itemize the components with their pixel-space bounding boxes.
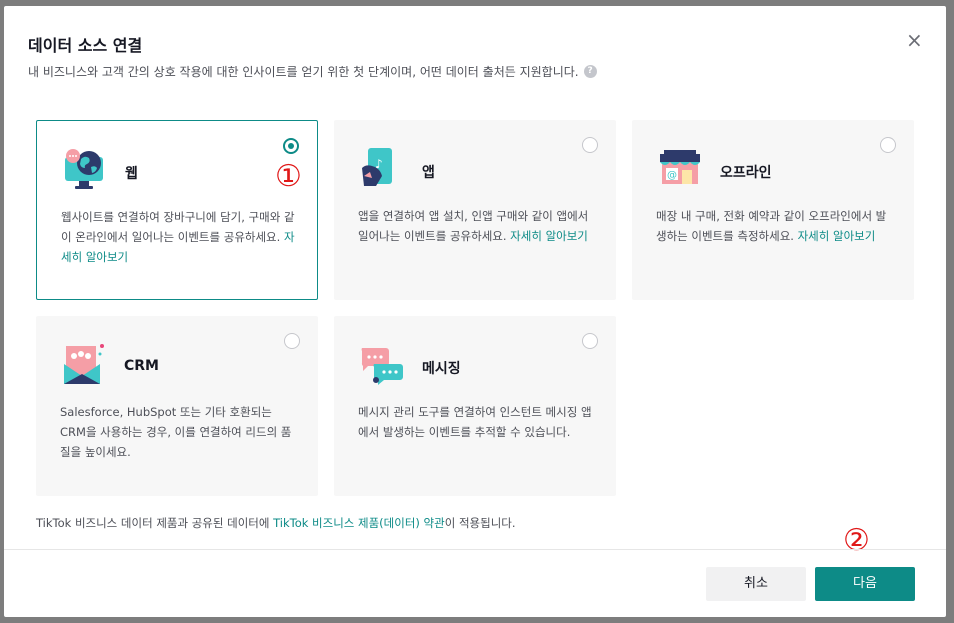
connect-data-source-dialog: 데이터 소스 연결 내 비즈니스와 고객 간의 상호 작용에 대한 인사이트를 … (4, 6, 946, 617)
card-desc-app: 앱을 연결하여 앱 설치, 인앱 구매와 같이 앱에서 일어나는 이벤트를 공유… (358, 206, 596, 246)
globe-monitor-icon (63, 147, 109, 191)
dialog-title: 데이터 소스 연결 (28, 36, 143, 55)
source-card-app[interactable]: ♪ 앱 앱을 연결하여 앱 설치, 인앱 구매와 같이 앱에서 일어나는 이벤트… (334, 120, 616, 300)
card-desc-offline: 매장 내 구매, 전화 예약과 같이 오프라인에서 발생하는 이벤트를 측정하세… (656, 206, 894, 246)
question-icon[interactable]: ? (583, 65, 597, 78)
card-title-crm: CRM (124, 358, 159, 374)
source-card-messaging[interactable]: 메시징 메시지 관리 도구를 연결하여 인스턴트 메시징 앱에서 발생하는 이벤… (334, 316, 616, 496)
card-desc-web-text: 웹사이트를 연결하여 장바구니에 담기, 구매와 같이 온라인에서 일어나는 이… (61, 210, 295, 244)
terms-notice: TikTok 비즈니스 데이터 제품과 공유된 데이터에 TikTok 비즈니스… (36, 515, 516, 531)
storefront-icon: @ (658, 146, 704, 190)
footer-divider (4, 549, 946, 550)
learn-more-link-offline[interactable]: 자세히 알아보기 (798, 229, 876, 243)
source-card-offline[interactable]: @ 오프라인 매장 내 구매, 전화 예약과 같이 오프라인에서 발생하는 이벤… (632, 120, 914, 300)
cancel-button[interactable]: 취소 (706, 567, 806, 601)
next-button[interactable]: 다음 (815, 567, 915, 601)
annotation-marker-1: ① (275, 159, 302, 194)
dialog-subtitle-text: 내 비즈니스와 고객 간의 상호 작용에 대한 인사이트를 얻기 위한 첫 단계… (28, 65, 579, 79)
svg-text:@: @ (667, 170, 677, 181)
chat-bubbles-icon (360, 342, 406, 386)
radio-offline[interactable] (880, 137, 896, 153)
card-title-offline: 오프라인 (720, 165, 772, 181)
learn-more-link-app[interactable]: 자세히 알아보기 (510, 229, 588, 243)
radio-web[interactable] (283, 138, 299, 154)
card-title-web: 웹 (125, 166, 138, 182)
annotation-marker-2: ② (843, 523, 870, 558)
terms-link[interactable]: TikTok 비즈니스 제품(데이터) 약관 (273, 516, 445, 530)
card-desc-messaging: 메시지 관리 도구를 연결하여 인스턴트 메시징 앱에서 발생하는 이벤트를 추… (358, 405, 592, 439)
source-card-crm[interactable]: CRM Salesforce, HubSpot 또는 기타 호환되는 CRM을 … (36, 316, 318, 496)
terms-suffix: 이 적용됩니다. (444, 516, 516, 530)
source-card-web[interactable]: 웹 웹사이트를 연결하여 장바구니에 담기, 구매와 같이 온라인에서 일어나는… (36, 120, 318, 300)
radio-crm[interactable] (284, 333, 300, 349)
close-icon[interactable]: × (906, 30, 923, 50)
crm-envelope-icon (62, 342, 108, 386)
card-title-messaging: 메시징 (422, 361, 461, 377)
dialog-subtitle: 내 비즈니스와 고객 간의 상호 작용에 대한 인사이트를 얻기 위한 첫 단계… (28, 63, 597, 80)
radio-app[interactable] (582, 137, 598, 153)
card-desc-crm: Salesforce, HubSpot 또는 기타 호환되는 CRM을 사용하는… (60, 405, 292, 459)
phone-app-icon: ♪ (360, 146, 406, 190)
card-desc-web: 웹사이트를 연결하여 장바구니에 담기, 구매와 같이 온라인에서 일어나는 이… (61, 207, 299, 267)
card-title-app: 앱 (422, 165, 435, 181)
terms-prefix: TikTok 비즈니스 데이터 제품과 공유된 데이터에 (36, 516, 274, 530)
radio-messaging[interactable] (582, 333, 598, 349)
